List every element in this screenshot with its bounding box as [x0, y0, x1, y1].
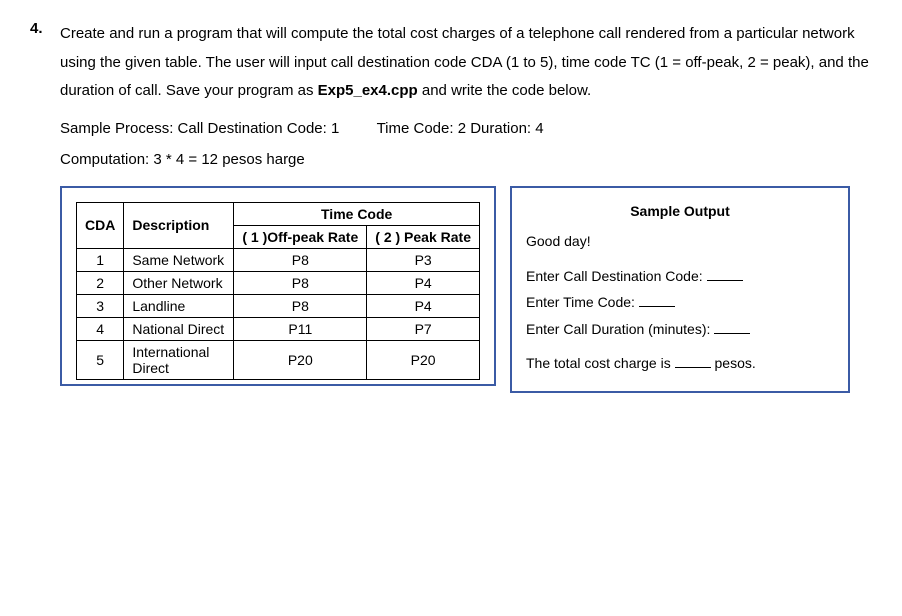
question-body: Create and run a program that will compu… [60, 20, 872, 393]
desc-cell: Landline [124, 294, 234, 317]
offpeak-cell: P8 [234, 271, 367, 294]
blank-3 [714, 321, 750, 334]
output-label-1: Enter Call Destination Code: [526, 268, 703, 284]
header-description: Description [124, 202, 234, 248]
question-block: 4. Create and run a program that will co… [30, 20, 872, 393]
peak-cell: P3 [367, 248, 480, 271]
rate-table: CDA Description Time Code ( 1 )Off-peak … [76, 202, 480, 380]
question-text-part2: and write the code below. [418, 82, 591, 99]
output-label-2: Enter Time Code: [526, 294, 635, 310]
peak-cell: P4 [367, 271, 480, 294]
table-row: 4 National Direct P11 P7 [77, 317, 480, 340]
sample-process-label: Sample Process: Call Destination Code: 1 [60, 120, 339, 137]
computation-line: Computation: 3 * 4 = 12 pesos harge [60, 151, 872, 168]
question-number: 4. [30, 20, 48, 37]
blank-result [675, 356, 711, 369]
output-line-3: Enter Call Duration (minutes): [526, 316, 834, 343]
peak-cell: P4 [367, 294, 480, 317]
header-timecode: Time Code [234, 202, 480, 225]
output-greeting: Good day! [526, 228, 834, 255]
desc-cell: International Direct [124, 340, 234, 379]
output-result-suffix: pesos. [715, 355, 756, 371]
sample-process-line: Sample Process: Call Destination Code: 1… [60, 120, 872, 137]
offpeak-cell: P20 [234, 340, 367, 379]
cda-cell: 2 [77, 271, 124, 294]
output-label-3: Enter Call Duration (minutes): [526, 321, 710, 337]
desc-cell: Same Network [124, 248, 234, 271]
blank-2 [639, 295, 675, 308]
offpeak-cell: P11 [234, 317, 367, 340]
table-header-row-1: CDA Description Time Code [77, 202, 480, 225]
question-text: Create and run a program that will compu… [60, 20, 872, 106]
sample-output-box: Sample Output Good day! Enter Call Desti… [510, 186, 850, 394]
time-code-label: Time Code: 2 Duration: 4 [377, 120, 544, 137]
cda-cell: 4 [77, 317, 124, 340]
output-line-2: Enter Time Code: [526, 289, 834, 316]
desc-cell: National Direct [124, 317, 234, 340]
cda-cell: 1 [77, 248, 124, 271]
header-offpeak: ( 1 )Off-peak Rate [234, 225, 367, 248]
peak-cell: P7 [367, 317, 480, 340]
table-row: 3 Landline P8 P4 [77, 294, 480, 317]
sample-output-title: Sample Output [526, 198, 834, 225]
output-line-1: Enter Call Destination Code: [526, 263, 834, 290]
table-row: 1 Same Network P8 P3 [77, 248, 480, 271]
table-row: 5 International Direct P20 P20 [77, 340, 480, 379]
tables-row: CDA Description Time Code ( 1 )Off-peak … [60, 186, 872, 394]
cda-cell: 5 [77, 340, 124, 379]
offpeak-cell: P8 [234, 248, 367, 271]
spacer [526, 342, 834, 350]
blank-1 [707, 268, 743, 281]
desc-cell: Other Network [124, 271, 234, 294]
cda-cell: 3 [77, 294, 124, 317]
header-peak: ( 2 ) Peak Rate [367, 225, 480, 248]
table-row: 2 Other Network P8 P4 [77, 271, 480, 294]
filename: Exp5_ex4.cpp [318, 82, 418, 99]
peak-cell: P20 [367, 340, 480, 379]
spacer [526, 255, 834, 263]
output-result-prefix: The total cost charge is [526, 355, 671, 371]
output-result-line: The total cost charge is pesos. [526, 350, 834, 377]
offpeak-cell: P8 [234, 294, 367, 317]
rate-table-wrapper: CDA Description Time Code ( 1 )Off-peak … [60, 186, 496, 386]
header-cda: CDA [77, 202, 124, 248]
